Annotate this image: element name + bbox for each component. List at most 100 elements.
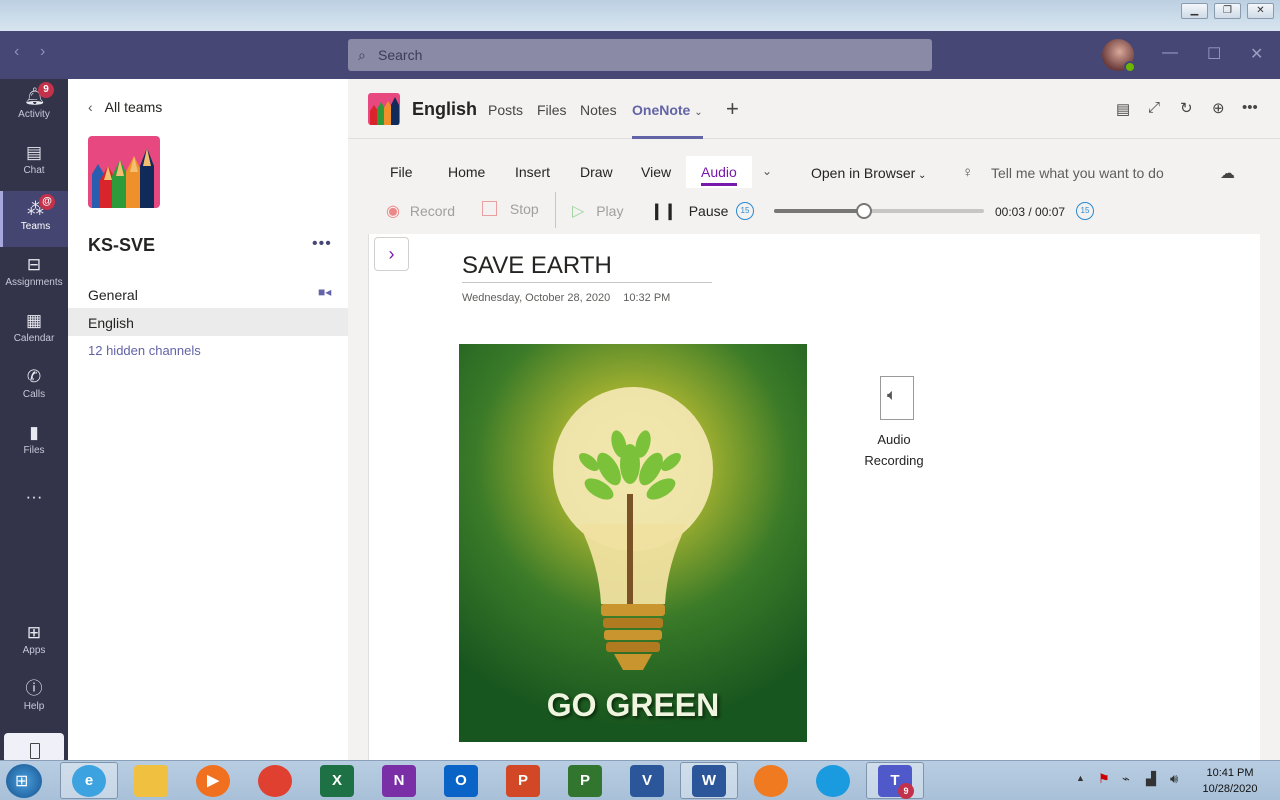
ribbon-tab-audio[interactable]: Audio bbox=[686, 156, 752, 188]
taskbar-visio-icon[interactable]: V bbox=[630, 765, 664, 797]
taskbar-teams-icon[interactable]: T9 bbox=[878, 765, 914, 799]
tab-posts[interactable]: Posts bbox=[488, 102, 523, 118]
add-tab-icon[interactable]: + bbox=[726, 96, 739, 122]
page-title[interactable]: SAVE EARTH bbox=[462, 252, 712, 283]
go-green-image[interactable]: GO GREEN bbox=[459, 344, 807, 742]
ribbon-tabs: File Home Insert Draw View Audio ⌄ Open … bbox=[348, 140, 1280, 188]
ribbon-tab-insert[interactable]: Insert bbox=[515, 164, 550, 180]
hidden-channels-link[interactable]: 12 hidden channels bbox=[88, 343, 201, 358]
taskbar-project-icon[interactable]: P bbox=[568, 765, 602, 797]
rail-item-files[interactable]: ▮ Files bbox=[0, 415, 68, 471]
channel-general[interactable]: General ■◂ bbox=[68, 280, 348, 308]
volume-icon[interactable]: 🔊︎ bbox=[1170, 771, 1178, 787]
taskbar-chrome-icon[interactable] bbox=[258, 765, 292, 797]
forward-15-button[interactable]: 15 bbox=[1076, 202, 1094, 220]
pause-icon: ❙❙ bbox=[650, 203, 677, 220]
window-close-icon[interactable]: ✕ bbox=[1250, 44, 1263, 64]
tab-onenote[interactable]: OneNote ⌄ bbox=[632, 102, 703, 139]
tell-me-input[interactable]: Tell me what you want to do bbox=[991, 165, 1164, 181]
play-icon: ▷ bbox=[572, 203, 585, 220]
taskbar-onenote-icon[interactable]: N bbox=[382, 765, 416, 797]
ribbon-tab-home[interactable]: Home bbox=[448, 164, 485, 180]
main-content: English Posts Files Notes OneNote ⌄ + ▤ … bbox=[348, 79, 1280, 764]
power-icon[interactable]: ⌁ bbox=[1122, 771, 1130, 787]
ribbon-tab-draw[interactable]: Draw bbox=[580, 164, 613, 180]
windows-logo-icon: ⊞ bbox=[15, 773, 29, 790]
show-navigation-button[interactable]: › bbox=[374, 237, 409, 271]
search-input[interactable]: ⌕ Search bbox=[348, 39, 932, 71]
download-mobile-app-button[interactable] bbox=[4, 733, 64, 763]
audio-recording-attachment[interactable]: 🔈︎ Audio Recording bbox=[849, 376, 939, 472]
rail-item-chat[interactable]: ▤ Chat bbox=[0, 135, 68, 191]
chevron-left-icon: ‹ bbox=[88, 99, 93, 115]
system-clock[interactable]: 10:41 PM 10/28/2020 bbox=[1198, 765, 1262, 797]
taskbar-media-player-icon[interactable]: ▶ bbox=[196, 765, 230, 797]
conversation-icon[interactable]: ▤ bbox=[1116, 100, 1130, 118]
back-icon[interactable]: ‹ bbox=[14, 43, 19, 61]
audio-progress-fill bbox=[774, 209, 865, 213]
pause-button[interactable]: ❙❙ Pause bbox=[650, 201, 728, 221]
stop-button[interactable]: Stop bbox=[482, 201, 539, 217]
calendar-icon: ▦ bbox=[25, 311, 43, 330]
onenote-page-canvas[interactable]: › SAVE EARTH Wednesday, October 28, 2020… bbox=[368, 234, 1260, 764]
window-minimize-icon[interactable]: — bbox=[1162, 44, 1178, 62]
rail-item-calls[interactable]: ✆ Calls bbox=[0, 359, 68, 415]
minimize-icon[interactable]: ▁ bbox=[1181, 3, 1208, 19]
record-button[interactable]: ◉ Record bbox=[386, 201, 455, 221]
audio-progress-thumb[interactable] bbox=[856, 203, 873, 219]
app-rail: 🔔︎ Activity 9 ▤ Chat ⁂ Teams @ ⊟ Assignm… bbox=[0, 79, 68, 763]
restore-icon[interactable]: ❐ bbox=[1214, 3, 1241, 19]
user-avatar[interactable] bbox=[1102, 39, 1136, 73]
rail-item-assignments[interactable]: ⊟ Assignments bbox=[0, 247, 68, 303]
rail-more-apps[interactable]: ··· bbox=[0, 479, 68, 515]
action-center-flag-icon[interactable]: ⚑ bbox=[1098, 771, 1110, 787]
play-button[interactable]: ▷ Play bbox=[572, 201, 623, 221]
phone-device-icon bbox=[30, 743, 40, 759]
lightbulb-tree-illustration bbox=[553, 387, 713, 670]
taskbar-edge-icon[interactable] bbox=[816, 765, 850, 797]
teams-panel: ‹ All teams KS-SVE ••• General ■◂ English… bbox=[68, 79, 348, 760]
audio-progress-slider[interactable] bbox=[774, 203, 984, 219]
rewind-15-button[interactable]: 15 bbox=[736, 202, 754, 220]
page-date: Wednesday, October 28, 2020 bbox=[462, 292, 611, 304]
rail-item-calendar[interactable]: ▦ Calendar bbox=[0, 303, 68, 359]
network-icon[interactable]: ▟ bbox=[1146, 771, 1156, 787]
open-in-browser-button[interactable]: Open in Browser ⌄ bbox=[811, 165, 926, 181]
rail-item-activity[interactable]: 🔔︎ Activity 9 bbox=[0, 79, 68, 135]
taskbar-internet-explorer-icon[interactable]: e bbox=[72, 765, 106, 797]
meeting-video-icon: ■◂ bbox=[318, 285, 332, 299]
channel-english[interactable]: English bbox=[68, 308, 348, 336]
ribbon-collapse-chevron-icon[interactable]: ⌄ bbox=[762, 164, 772, 178]
page-time: 10:32 PM bbox=[623, 292, 671, 304]
taskbar-firefox-icon[interactable] bbox=[754, 765, 788, 797]
close-icon[interactable]: ✕ bbox=[1247, 3, 1274, 19]
forward-icon[interactable]: › bbox=[40, 43, 45, 61]
tab-files[interactable]: Files bbox=[537, 102, 567, 118]
audio-time: 00:03 / 00:07 bbox=[995, 205, 1066, 219]
lightbulb-icon: ♀ bbox=[962, 164, 974, 181]
reload-icon[interactable]: ↻ bbox=[1180, 99, 1193, 117]
taskbar-excel-icon[interactable]: X bbox=[320, 765, 354, 797]
team-more-options-icon[interactable]: ••• bbox=[312, 235, 332, 253]
all-teams-link[interactable]: ‹ All teams bbox=[88, 99, 162, 115]
taskbar-powerpoint-icon[interactable]: P bbox=[506, 765, 540, 797]
expand-icon[interactable]: ⤢ bbox=[1148, 99, 1160, 116]
tab-notes[interactable]: Notes bbox=[580, 102, 617, 118]
show-hidden-icons[interactable]: ▲ bbox=[1076, 773, 1085, 783]
rail-item-teams[interactable]: ⁂ Teams @ bbox=[0, 191, 68, 247]
globe-icon[interactable]: ⊕ bbox=[1212, 99, 1225, 117]
taskbar-word-icon[interactable]: W bbox=[692, 765, 726, 797]
window-maximize-icon[interactable]: ☐ bbox=[1207, 44, 1221, 64]
rail-item-apps[interactable]: ⊞ Apps bbox=[0, 615, 68, 671]
ribbon-tab-file[interactable]: File bbox=[390, 164, 413, 180]
chevron-down-icon: ⌄ bbox=[694, 107, 703, 118]
start-button[interactable]: ⊞ bbox=[6, 764, 42, 798]
ribbon-tab-view[interactable]: View bbox=[641, 164, 671, 180]
taskbar-outlook-icon[interactable]: O bbox=[444, 765, 478, 797]
teams-mention-badge: @ bbox=[39, 194, 55, 210]
presence-available-icon bbox=[1124, 61, 1136, 73]
taskbar-file-explorer-icon[interactable] bbox=[134, 765, 168, 797]
file-icon: ▮ bbox=[29, 423, 39, 442]
more-actions-icon[interactable]: ••• bbox=[1242, 99, 1258, 116]
rail-item-help[interactable]: ⓘ Help bbox=[0, 671, 68, 727]
